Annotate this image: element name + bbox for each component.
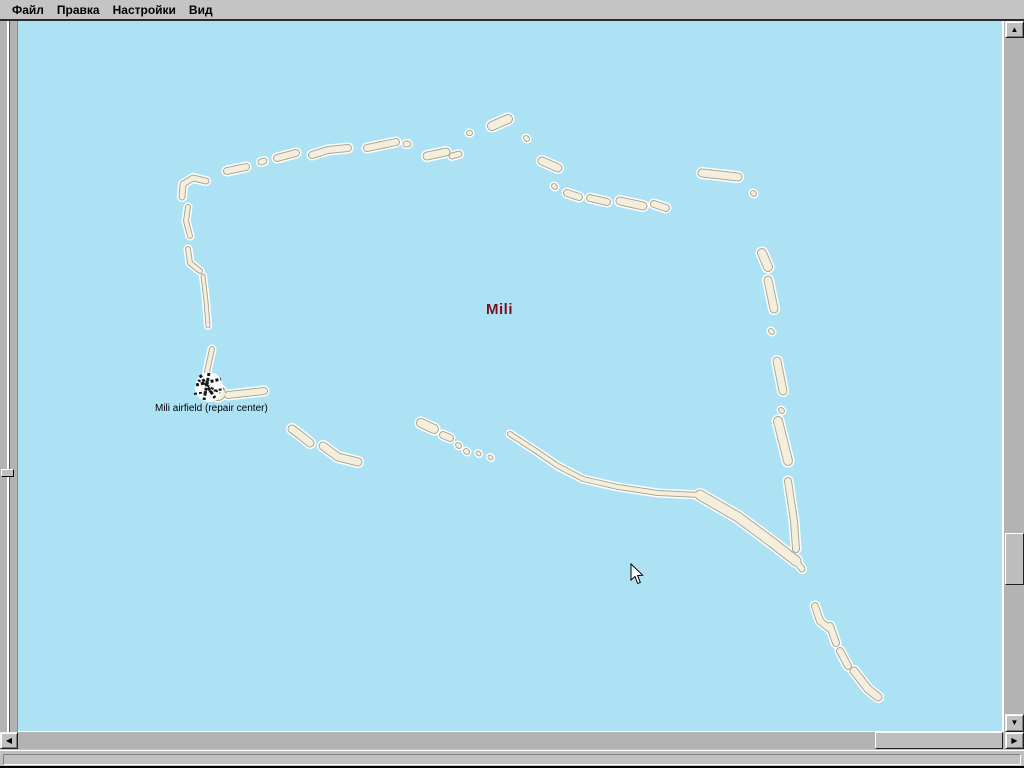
menu-bar: Файл Правка Настройки Вид (0, 0, 1024, 19)
scroll-left-button[interactable]: ◀ (0, 732, 18, 749)
menu-file[interactable]: Файл (8, 2, 48, 18)
menu-edit[interactable]: Правка (53, 2, 104, 18)
down-arrow-icon: ▼ (1010, 718, 1019, 727)
vertical-scrollbar[interactable]: ▲ ▼ (1004, 21, 1024, 732)
status-bar (0, 750, 1024, 766)
horizontal-scrollbar-thumb[interactable] (875, 732, 1003, 749)
zoom-slider[interactable] (0, 21, 18, 732)
status-panel (3, 754, 1021, 765)
left-arrow-icon: ◀ (5, 735, 13, 745)
horizontal-scrollbar[interactable]: ◀ ▶ (0, 732, 1024, 749)
map-viewport[interactable]: Mili Mili airfield (repair center) (18, 21, 1004, 733)
vertical-scrollbar-thumb[interactable] (1005, 533, 1024, 585)
zoom-slider-handle[interactable] (1, 469, 14, 477)
atoll-map-graphic (177, 112, 884, 703)
scroll-up-button[interactable]: ▲ (1005, 21, 1024, 38)
zoom-slider-track[interactable] (7, 21, 10, 732)
scroll-down-button[interactable]: ▼ (1005, 714, 1024, 732)
menu-settings[interactable]: Настройки (109, 2, 180, 18)
up-arrow-icon: ▲ (1010, 24, 1019, 34)
region-label: Mili (486, 301, 513, 318)
scroll-right-button[interactable]: ▶ (1005, 732, 1024, 749)
right-arrow-icon: ▶ (1011, 735, 1018, 745)
airfield-label: Mili airfield (repair center) (155, 403, 268, 414)
menu-view[interactable]: Вид (185, 2, 217, 18)
